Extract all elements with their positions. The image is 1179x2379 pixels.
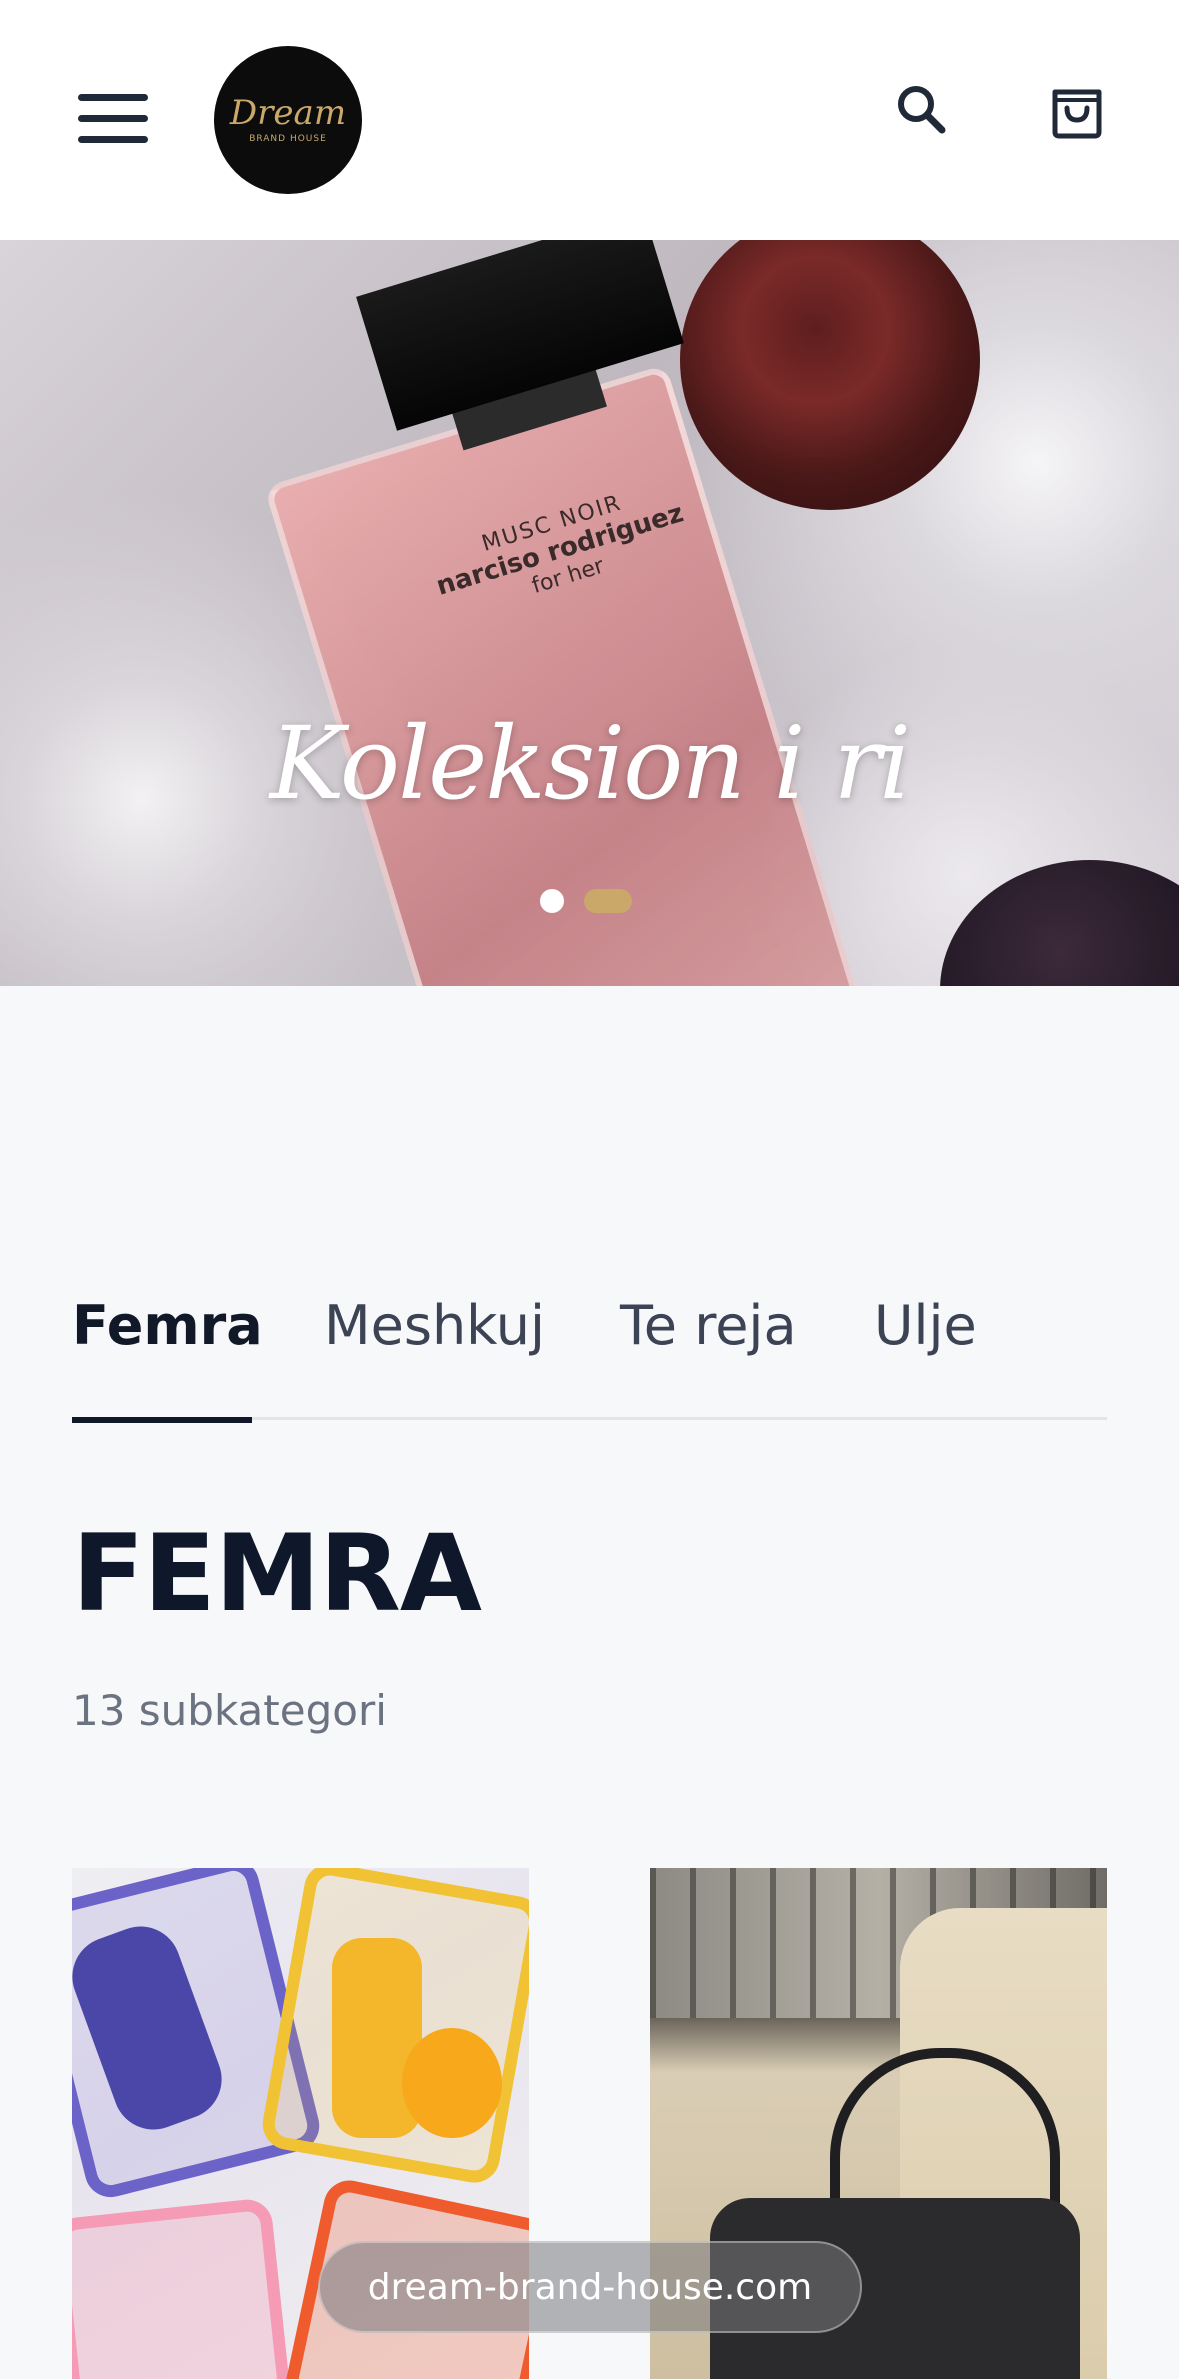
tab-ulje[interactable]: Ulje — [874, 1290, 984, 1420]
bag-shape — [72, 2197, 293, 2379]
hero-carousel[interactable]: MUSC NOIR narciso rodriguez for her Kole… — [0, 240, 1179, 986]
brand-logo[interactable]: Dream BRAND HOUSE — [214, 46, 362, 194]
shopping-bag-icon[interactable] — [1045, 78, 1109, 142]
category-title: FEMRA — [72, 1512, 482, 1635]
hero-title: Koleksion i ri — [269, 705, 911, 822]
menu-line — [78, 94, 148, 101]
carousel-dot-1[interactable] — [540, 889, 564, 913]
tab-femra[interactable]: Femra — [72, 1290, 263, 1423]
tab-meshkuj[interactable]: Meshkuj — [324, 1290, 554, 1420]
carousel-dot-2-active[interactable] — [584, 889, 632, 913]
app-header: Dream BRAND HOUSE — [0, 0, 1179, 240]
subcategory-count: 13 subkategori — [72, 1686, 387, 1735]
logo-text: Dream — [229, 93, 347, 133]
logo-subtext: BRAND HOUSE — [249, 134, 327, 144]
browser-url-bar[interactable]: dream-brand-house.com — [318, 2241, 862, 2333]
menu-line — [78, 115, 148, 122]
carousel-indicators — [540, 888, 632, 914]
product-jar — [402, 2028, 502, 2138]
menu-line — [78, 136, 148, 143]
tab-te-reja[interactable]: Te reja — [620, 1290, 805, 1420]
search-icon[interactable] — [890, 78, 954, 142]
plum-image — [940, 860, 1179, 986]
hamburger-menu-icon[interactable] — [72, 82, 156, 154]
plum-image — [680, 240, 980, 510]
category-tabs: Femra Meshkuj Te reja Ulje — [72, 1290, 1107, 1423]
